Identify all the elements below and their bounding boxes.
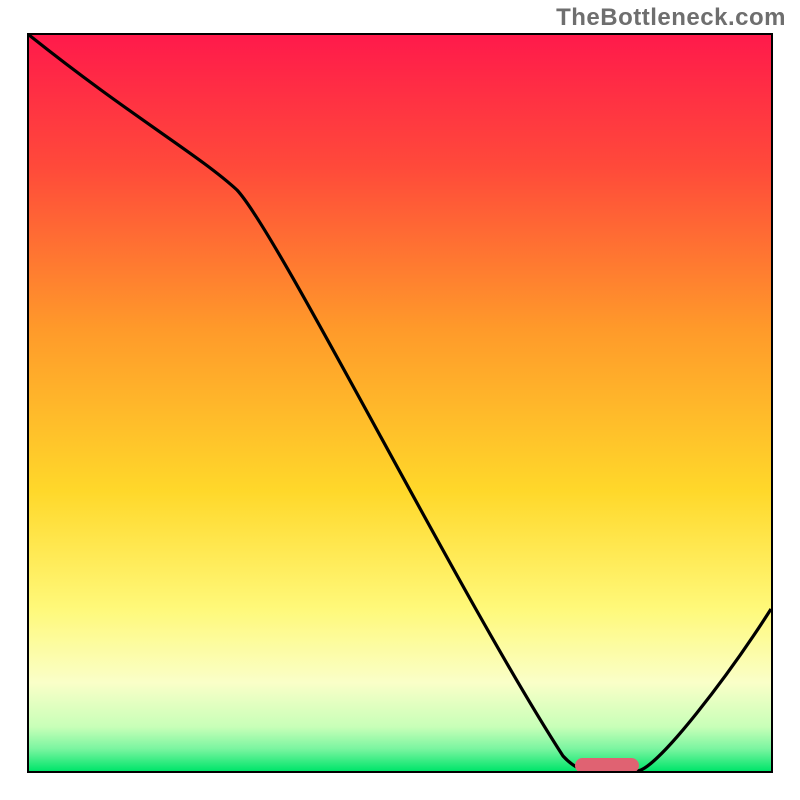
chart-plot-container	[27, 33, 773, 773]
chart-svg	[29, 35, 771, 771]
optimal-range-marker	[575, 758, 639, 771]
gradient-background	[29, 35, 771, 771]
attribution-watermark: TheBottleneck.com	[556, 4, 786, 32]
chart-frame: TheBottleneck.com	[0, 0, 800, 800]
